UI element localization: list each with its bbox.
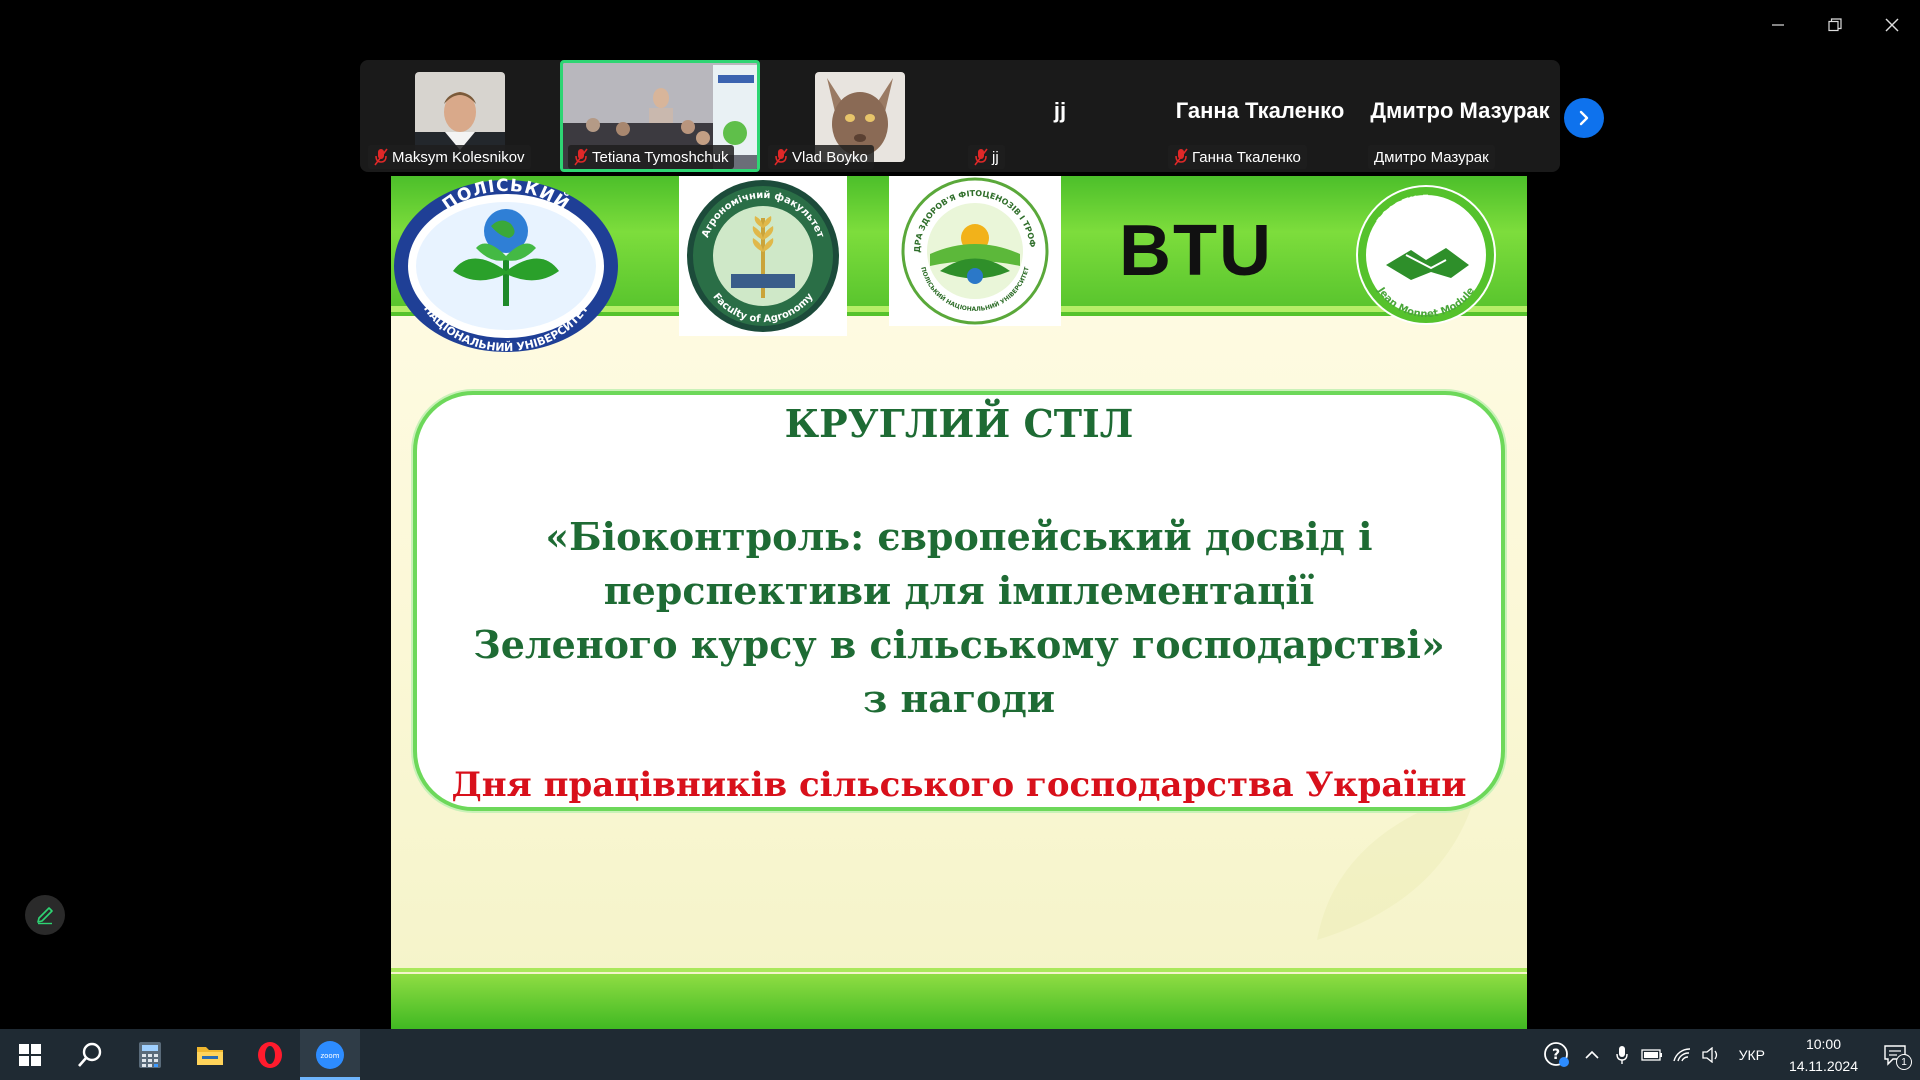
- slide-red-line: Дня працівників сільського господарства …: [451, 765, 1467, 805]
- volume-tray-button[interactable]: [1697, 1029, 1727, 1080]
- slide-line-1: «Біоконтроль: європейський досвід і: [545, 514, 1373, 559]
- participant-label: Tetiana Tymoshchuk: [568, 145, 735, 169]
- notifications-button[interactable]: 1: [1870, 1029, 1920, 1080]
- zoom-app[interactable]: zoom: [300, 1029, 360, 1080]
- clock-date: 14.11.2024: [1788, 1057, 1858, 1074]
- calculator-icon: [139, 1041, 161, 1068]
- wifi-icon: [1672, 1047, 1690, 1061]
- restore-icon: [1827, 18, 1842, 32]
- participant-name: Tetiana Tymoshchuk: [592, 148, 729, 166]
- mic-muted-icon: [574, 148, 588, 166]
- window-controls: [1749, 0, 1920, 50]
- participant-tile[interactable]: jj jj: [960, 60, 1160, 172]
- close-button[interactable]: [1863, 0, 1920, 50]
- participant-strip: Maksym Kolesnikov Tetiana Tymoshchuk Vla…: [360, 60, 1604, 172]
- participant-label: jj: [968, 145, 1005, 169]
- participant-name: Vlad Boyko: [792, 148, 868, 166]
- shared-screen: ПОЛІСЬКИЙ НАЦІОНАЛЬНИЙ УНІВЕРСИТЕТ Агрон…: [202, 176, 1718, 1030]
- slide-line-2: перспективи для імплементації: [603, 568, 1315, 613]
- network-tray-button[interactable]: [1667, 1029, 1697, 1080]
- system-tray: ? УКР 10:00 14.11.2024 1: [1537, 1029, 1920, 1080]
- participant-tile[interactable]: Vlad Boyko: [760, 60, 960, 172]
- calculator-app[interactable]: [120, 1029, 180, 1080]
- search-button[interactable]: [60, 1029, 120, 1080]
- windows-taskbar: zoom ? УКР 10:00 14.11.2024 1: [0, 1029, 1920, 1080]
- mic-muted-icon: [774, 148, 788, 166]
- battery-tray-button[interactable]: [1637, 1029, 1667, 1080]
- mic-muted-icon: [1174, 148, 1188, 166]
- participant-label: Vlad Boyko: [768, 145, 874, 169]
- participant-tile-active-speaker[interactable]: Tetiana Tymoshchuk: [560, 60, 760, 172]
- clock-time: 10:00: [1805, 1035, 1841, 1052]
- restore-button[interactable]: [1806, 0, 1863, 50]
- language-indicator[interactable]: УКР: [1727, 1047, 1777, 1063]
- start-button[interactable]: [0, 1029, 60, 1080]
- chevron-right-icon: [1579, 110, 1589, 126]
- participant-label: Дмитро Мазурак: [1368, 145, 1495, 169]
- close-icon: [1885, 18, 1898, 32]
- notification-count: 1: [1896, 1054, 1912, 1070]
- svg-text:?: ?: [1552, 1047, 1560, 1063]
- slide-line-3: Зеленого курсу в сільському господарстві…: [473, 622, 1445, 667]
- help-tray-button[interactable]: ?: [1537, 1029, 1577, 1080]
- slide-main-text: «Біоконтроль: європейський досвід і перс…: [417, 510, 1501, 726]
- file-explorer-icon: [197, 1046, 223, 1065]
- btu-logo: BTU: [1111, 211, 1281, 291]
- chevron-up-icon: [1585, 1050, 1599, 1059]
- start-icon: [19, 1043, 41, 1066]
- mic-muted-icon: [374, 148, 388, 166]
- slide-text-box: КРУГЛИЙ СТІЛ «Біоконтроль: європейський …: [413, 391, 1505, 811]
- opera-app[interactable]: [240, 1029, 300, 1080]
- university-logo: ПОЛІСЬКИЙ НАЦІОНАЛЬНИЙ УНІВЕРСИТЕТ: [391, 176, 621, 354]
- help-icon: ?: [1543, 1041, 1569, 1067]
- microphone-icon: [1615, 1045, 1628, 1064]
- participant-label: Ганна Ткаленко: [1168, 145, 1307, 169]
- zoom-icon-label: zoom: [320, 1052, 339, 1060]
- participant-name: jj: [992, 148, 999, 166]
- opera-icon: [258, 1041, 282, 1068]
- slide-line-4: з нагоди: [862, 676, 1056, 721]
- participant-name: Ганна Ткаленко: [1192, 148, 1301, 166]
- participant-name: Maksym Kolesnikov: [392, 148, 525, 166]
- volume-icon: [1701, 1046, 1717, 1063]
- clock[interactable]: 10:00 14.11.2024: [1777, 1033, 1870, 1077]
- file-explorer-app[interactable]: [180, 1029, 240, 1080]
- zoom-icon: zoom: [316, 1040, 344, 1069]
- pencil-icon: [37, 907, 53, 925]
- erasmus-logo: EGARTU Erasmus+ Jean Monnet Module: [1351, 180, 1501, 330]
- battery-icon: [1640, 1048, 1662, 1061]
- participant-label: Maksym Kolesnikov: [368, 145, 531, 169]
- presentation-slide: ПОЛІСЬКИЙ НАЦІОНАЛЬНИЙ УНІВЕРСИТЕТ Агрон…: [391, 176, 1527, 1030]
- microphone-tray-button[interactable]: [1607, 1029, 1637, 1080]
- annotate-button[interactable]: [25, 895, 65, 935]
- faculty-logo: Агрономічний факультет Faculty of Agrono…: [679, 176, 847, 336]
- participant-tile[interactable]: Дмитро Мазурак Дмитро Мазурак: [1360, 60, 1560, 172]
- minimize-icon: [1771, 24, 1784, 26]
- slide-title: КРУГЛИЙ СТІЛ: [784, 401, 1134, 446]
- minimize-button[interactable]: [1749, 0, 1806, 50]
- btu-logo-text: BTU: [1119, 211, 1273, 291]
- participant-tile[interactable]: Ганна Ткаленко Ганна Ткаленко: [1160, 60, 1360, 172]
- department-logo: КАФЕДРА ЗДОРОВ'Я ФІТОЦЕНОЗІВ І ТРОФОЛОГІ…: [889, 176, 1061, 326]
- search-icon: [78, 1042, 102, 1067]
- participant-name: Дмитро Мазурак: [1374, 148, 1489, 166]
- zoom-meeting-window: Maksym Kolesnikov Tetiana Tymoshchuk Vla…: [0, 0, 1920, 1080]
- participant-tile[interactable]: Maksym Kolesnikov: [360, 60, 560, 172]
- mic-muted-icon: [974, 148, 988, 166]
- show-hidden-icons-button[interactable]: [1577, 1029, 1607, 1080]
- slide-bottom-band: [391, 968, 1527, 1030]
- next-page-button[interactable]: [1564, 98, 1604, 138]
